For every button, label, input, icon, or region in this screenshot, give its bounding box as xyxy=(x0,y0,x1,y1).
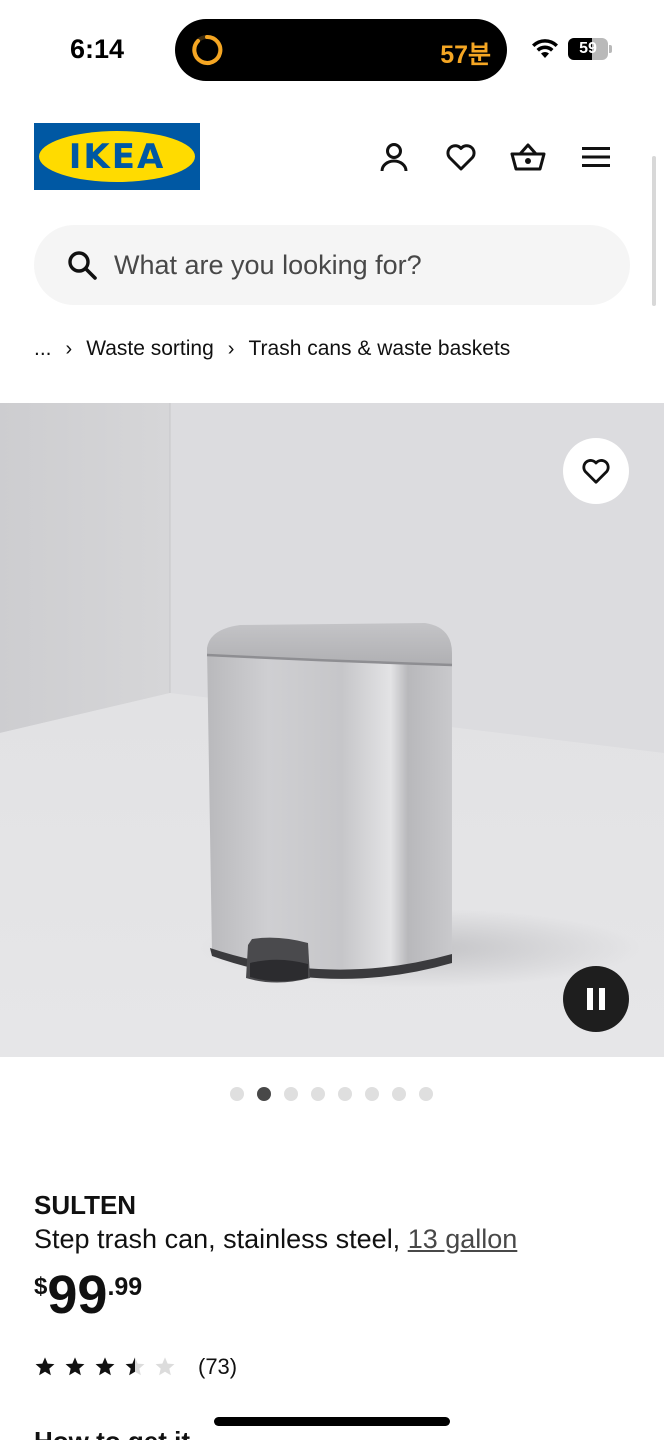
carousel-dot[interactable] xyxy=(419,1087,433,1101)
save-to-list-button[interactable] xyxy=(563,438,629,504)
breadcrumb: ... › Waste sorting › Trash cans & waste… xyxy=(34,334,510,364)
price-currency: $ xyxy=(34,1273,48,1300)
star-icon xyxy=(125,1357,145,1376)
search-bar[interactable] xyxy=(34,225,630,305)
home-indicator[interactable] xyxy=(214,1417,450,1426)
logo-text: IKEA xyxy=(68,137,166,177)
product-rating[interactable]: (73) xyxy=(34,1354,237,1380)
product-image[interactable] xyxy=(0,403,664,1057)
price-decimals: .99 xyxy=(107,1273,143,1301)
dynamic-island[interactable]: 57분 xyxy=(175,19,507,81)
size-link[interactable]: 13 gallon xyxy=(408,1224,518,1254)
cart-button[interactable] xyxy=(509,138,547,176)
heart-icon xyxy=(582,459,610,484)
menu-button[interactable] xyxy=(577,138,615,176)
star-icon xyxy=(35,1357,55,1376)
favorites-button[interactable] xyxy=(442,138,480,176)
product-description: Step trash can, stainless steel, 13 gall… xyxy=(34,1224,517,1255)
timer-icon xyxy=(192,34,223,65)
review-count: (73) xyxy=(198,1354,238,1379)
carousel-dot[interactable] xyxy=(338,1087,352,1101)
carousel-dot[interactable] xyxy=(392,1087,406,1101)
clock: 6:14 xyxy=(70,34,125,64)
heart-icon xyxy=(446,144,476,171)
menu-icon xyxy=(582,147,610,167)
breadcrumb-item-waste-sorting[interactable]: Waste sorting xyxy=(86,337,214,361)
star-icon xyxy=(65,1357,85,1376)
product-name: SULTEN xyxy=(34,1190,137,1220)
section-heading: How to get it xyxy=(34,1426,190,1440)
carousel-dot[interactable] xyxy=(311,1087,325,1101)
wifi-icon xyxy=(532,39,558,58)
battery-icon: 59 xyxy=(568,38,612,60)
breadcrumb-item-ellipsis[interactable]: ... xyxy=(34,337,52,361)
carousel-dot[interactable] xyxy=(230,1087,244,1101)
product-price: $ 99 .99 xyxy=(34,1265,142,1325)
product-type: Step trash can, stainless steel, xyxy=(34,1224,401,1254)
carousel-indicator[interactable] xyxy=(230,1087,433,1101)
timer-remaining: 57분 xyxy=(440,41,491,69)
search-input[interactable] xyxy=(114,243,594,287)
carousel-dot[interactable] xyxy=(365,1087,379,1101)
status-bar: 6:14 57분 59 xyxy=(0,0,664,100)
battery-level: 59 xyxy=(579,40,597,57)
chevron-right-icon: › xyxy=(65,337,73,360)
carousel-dot[interactable] xyxy=(284,1087,298,1101)
pause-icon xyxy=(587,988,605,1010)
star-icon xyxy=(155,1357,175,1376)
trash-can-photo xyxy=(0,403,664,1057)
pause-slideshow-button[interactable] xyxy=(563,966,629,1032)
chevron-right-icon: › xyxy=(227,337,235,360)
carousel-dot[interactable] xyxy=(257,1087,271,1101)
star-icon xyxy=(95,1357,115,1376)
page-scrollbar[interactable] xyxy=(652,156,656,306)
basket-icon xyxy=(510,143,546,171)
breadcrumb-item-trash-cans[interactable]: Trash cans & waste baskets xyxy=(248,337,510,361)
ikea-logo[interactable]: IKEA xyxy=(34,123,200,190)
search-icon xyxy=(68,251,97,280)
account-button[interactable] xyxy=(375,138,413,176)
account-icon xyxy=(380,143,408,172)
price-whole: 99 xyxy=(47,1265,108,1325)
